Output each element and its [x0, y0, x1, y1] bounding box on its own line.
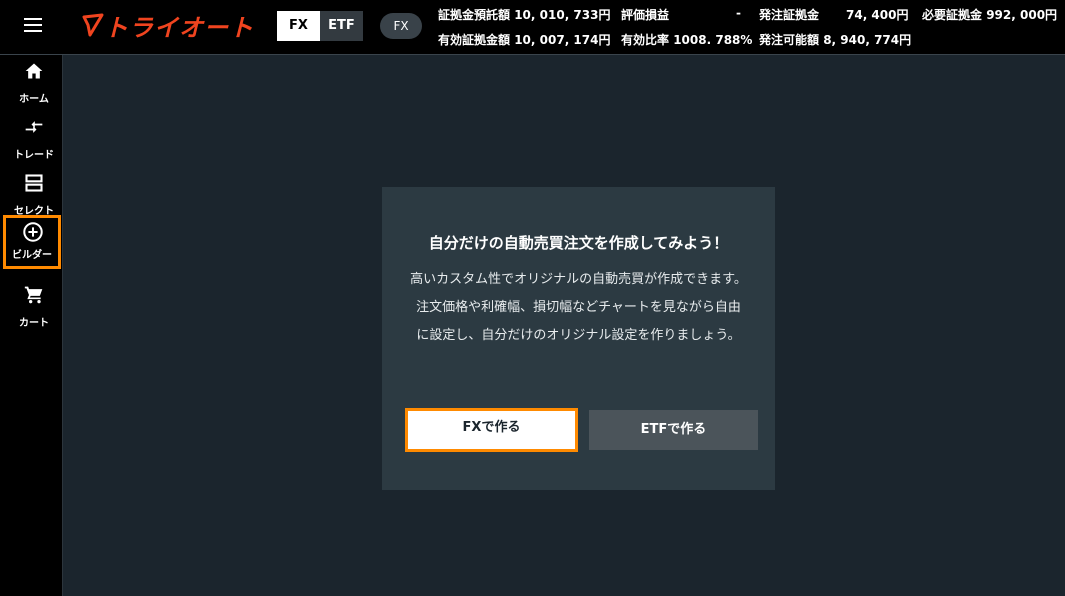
sidebar-item-trade[interactable]: トレード: [6, 115, 62, 165]
sidebar-item-cart[interactable]: カート: [6, 283, 62, 333]
sidebar-item-label: ホーム: [19, 94, 49, 105]
stat-available: 発注可能額 8, 940, 774円: [759, 33, 912, 47]
stat-order-margin: 発注証拠金: [759, 8, 820, 22]
dialog-body: 高いカスタム性でオリジナルの自動売買が作成できます。注文価格や利確幅、損切幅など…: [410, 272, 747, 343]
sidebar-item-label: ビルダー: [12, 250, 52, 261]
select-icon: [25, 174, 43, 192]
fx-pill[interactable]: FX: [380, 13, 422, 39]
stat-unrealized-value: -: [736, 6, 741, 20]
logo-mark-icon: [82, 13, 104, 37]
sidebar-item-label: カート: [19, 318, 49, 329]
stat-effective-ratio: 有効比率 1008. 788%: [621, 33, 753, 47]
dialog-title: 自分だけの自動売買注文を作成してみよう！: [428, 234, 729, 252]
trade-arrows-icon: [25, 121, 43, 133]
segment-etf[interactable]: ETF: [320, 11, 363, 41]
menu-icon[interactable]: [24, 18, 42, 32]
top-bar: トライオート FX ETF FX 証拠金預託額 10, 010, 733円 評価…: [0, 0, 1065, 55]
sidebar-item-select[interactable]: セレクト: [6, 171, 62, 221]
segment-fx[interactable]: FX: [277, 11, 320, 41]
stat-unrealized-label: 評価損益: [621, 8, 670, 22]
stat-order-margin-value: 74, 400円: [846, 8, 909, 22]
plus-circle-icon: [23, 222, 43, 242]
sidebar-item-label: トレード: [14, 150, 54, 161]
sidebar-item-builder[interactable]: ビルダー: [3, 215, 61, 269]
logo[interactable]: トライオート: [82, 8, 254, 42]
home-icon: [25, 63, 43, 79]
cart-icon: [24, 286, 43, 304]
market-segment: FX ETF: [277, 11, 363, 41]
sidebar: ホーム トレード セレクト ビルダー カート: [0, 55, 63, 596]
sidebar-item-home[interactable]: ホーム: [6, 59, 62, 109]
create-fx-button[interactable]: FXで作る: [405, 408, 578, 452]
stat-effective-margin: 有効証拠金額 10, 007, 174円: [438, 33, 611, 47]
stat-deposit: 証拠金預託額 10, 010, 733円: [438, 8, 611, 22]
create-etf-button[interactable]: ETFで作る: [589, 410, 758, 450]
logo-text: トライオート: [104, 13, 254, 42]
stat-required-margin: 必要証拠金 992, 000円: [922, 8, 1058, 22]
builder-intro-dialog: 自分だけの自動売買注文を作成してみよう！ 高いカスタム性でオリジナルの自動売買が…: [382, 187, 775, 490]
